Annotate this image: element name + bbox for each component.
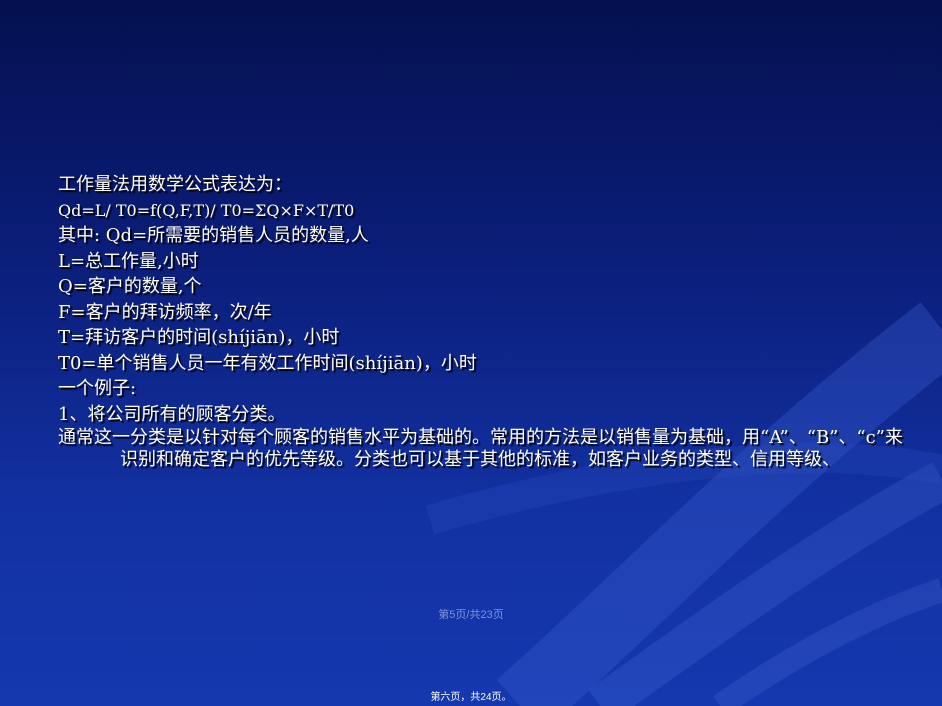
slide: 工作量法用数学公式表达为： Qd=L/ T0=f(Q,F,T)/ T0=ΣQ×F… — [0, 0, 942, 706]
page-number: 第5页/共23页 — [438, 609, 504, 621]
definition-qd: 其中: Qd=所需要的销售人员的数量,人 — [58, 225, 369, 246]
definition-t0: T0=单个销售人员一年有效工作时间(shíjiān)，小时 — [58, 352, 477, 374]
formula-heading: 工作量法用数学公式表达为： — [58, 174, 292, 195]
definition-q: Q=客户的数量,个 — [58, 276, 202, 297]
example-heading: 一个例子: — [58, 378, 137, 399]
example-step-1: 1、将公司所有的顾客分类。 — [58, 403, 286, 425]
definition-l: L=总工作量,小时 — [58, 250, 199, 272]
footer-page-indicator: 第六页，共24页。 — [430, 692, 512, 703]
formula-line: Qd=L/ T0=f(Q,F,T)/ T0=ΣQ×F×T/T0 — [58, 200, 355, 220]
slide-body: 工作量法用数学公式表达为： Qd=L/ T0=f(Q,F,T)/ T0=ΣQ×F… — [58, 172, 903, 471]
definition-t: T=拜访客户的时间(shíjiān)，小时 — [58, 327, 340, 348]
definition-f: F=客户的拜访频率，次/年 — [58, 301, 272, 323]
classification-paragraph: 通常这一分类是以针对每个顾客的销售水平为基础的。常用的方法是以销售量为基础，用“… — [58, 427, 903, 470]
